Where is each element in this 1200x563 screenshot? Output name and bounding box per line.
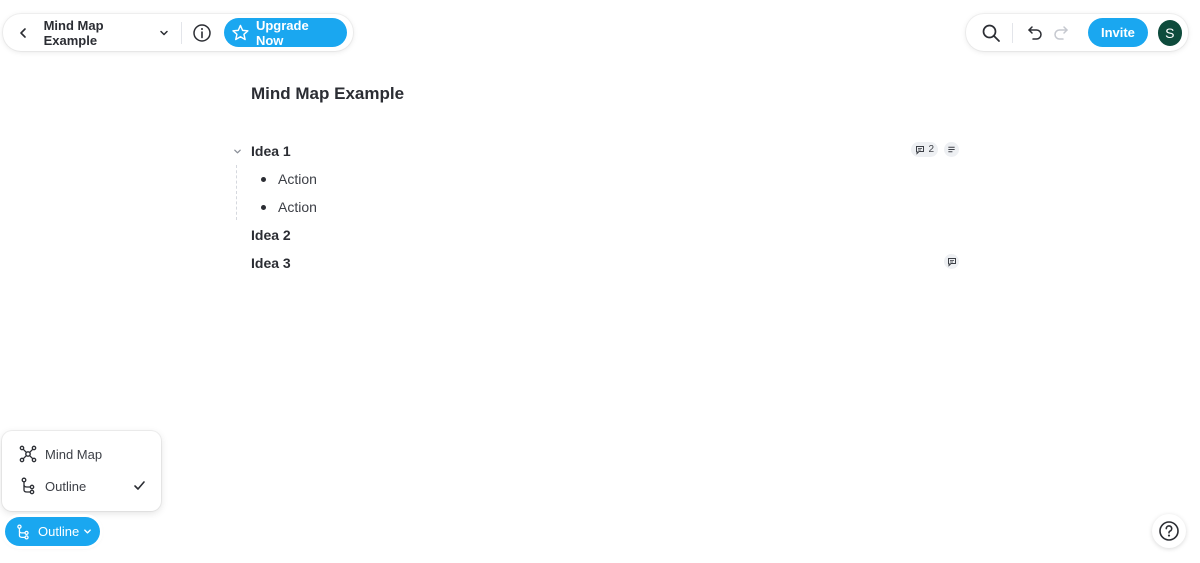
redo-button[interactable] (1050, 21, 1073, 45)
menu-item-mind-map[interactable]: Mind Map (2, 439, 161, 469)
toolbar-divider (1012, 22, 1014, 43)
chevron-down-icon (159, 28, 169, 38)
notes-icon (948, 146, 955, 153)
outline-node-action[interactable]: Action (230, 193, 962, 221)
menu-item-label: Outline (45, 478, 87, 494)
outline-node-action[interactable]: Action (230, 165, 962, 193)
chevron-down-icon (83, 527, 92, 536)
action-label[interactable]: Action (278, 171, 317, 187)
collapse-toggle[interactable] (230, 144, 244, 158)
outline-node-idea-2[interactable]: Idea 2 (230, 221, 962, 249)
comment-count: 2 (928, 144, 934, 155)
node-badges (944, 254, 959, 269)
menu-item-label: Mind Map (45, 446, 103, 462)
help-button[interactable] (1152, 514, 1186, 548)
invite-button[interactable]: Invite (1088, 18, 1148, 47)
outline-node-idea-3[interactable]: Idea 3 (230, 249, 962, 277)
mind-map-icon (19, 445, 37, 463)
comment-icon (947, 257, 956, 267)
document-toolbar: Mind Map Example Upgrade Now (3, 14, 353, 51)
chevron-left-icon (20, 27, 27, 38)
user-avatar[interactable]: S (1157, 19, 1182, 46)
search-button[interactable] (978, 19, 1004, 47)
bullet-point (261, 177, 266, 182)
comment-icon (916, 145, 925, 155)
collaboration-toolbar: Invite S (966, 14, 1188, 51)
search-icon (982, 24, 1001, 42)
help-icon (1159, 521, 1179, 541)
comments-badge[interactable]: 2 (911, 142, 938, 157)
checkmark-icon (134, 481, 145, 490)
undo-button[interactable] (1023, 21, 1046, 45)
upgrade-now-label: Upgrade Now (255, 17, 309, 48)
info-button[interactable] (190, 21, 213, 45)
document-title: Mind Map Example (43, 17, 104, 48)
menu-item-outline[interactable]: Outline (2, 471, 161, 501)
outline-icon (21, 477, 35, 495)
view-switch-button[interactable]: Outline (5, 517, 100, 546)
outline-icon (17, 523, 29, 539)
redo-icon (1054, 25, 1068, 40)
info-icon (193, 23, 211, 42)
toolbar-divider (181, 21, 183, 44)
outline-tree: Idea 1 2 Action Action Idea 2 Idea 3 (230, 137, 962, 277)
chevron-down-icon (233, 149, 241, 153)
undo-icon (1027, 25, 1042, 40)
notes-badge[interactable] (944, 142, 959, 157)
back-button[interactable] (11, 20, 36, 46)
upgrade-now-button[interactable]: Upgrade Now (224, 17, 347, 48)
idea-label[interactable]: Idea 1 (251, 143, 291, 159)
comments-badge[interactable] (944, 254, 959, 269)
idea-label[interactable]: Idea 3 (251, 255, 291, 271)
view-switch-label: Outline (38, 524, 80, 539)
outline-node-idea-1[interactable]: Idea 1 2 (230, 137, 962, 220)
node-badges: 2 (911, 142, 959, 157)
action-label[interactable]: Action (278, 199, 317, 215)
bullet-point (261, 205, 266, 210)
document-title-dropdown[interactable]: Mind Map Example (44, 18, 170, 48)
map-title[interactable]: Mind Map Example (251, 84, 404, 104)
view-mode-menu: Mind Map Outline (2, 431, 161, 511)
idea-label[interactable]: Idea 2 (251, 227, 291, 243)
star-icon (232, 24, 249, 40)
